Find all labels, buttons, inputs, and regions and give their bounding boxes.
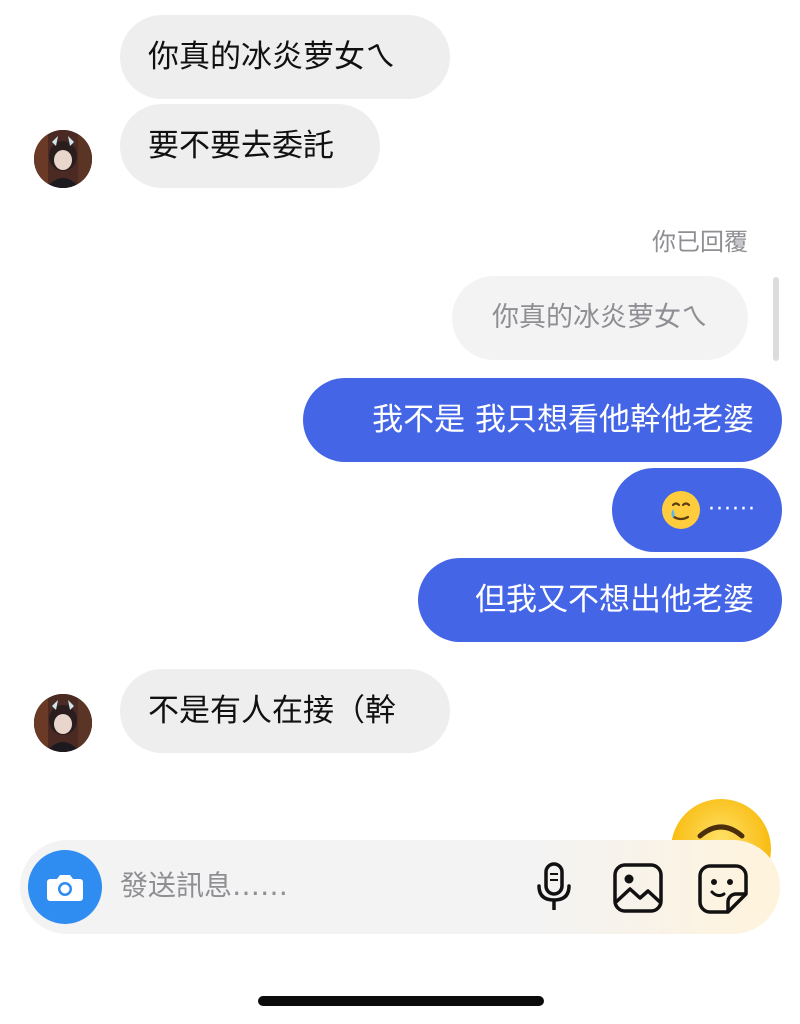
crying-smile-emoji [662, 491, 701, 529]
avatar-image [34, 694, 92, 752]
home-indicator[interactable] [258, 996, 544, 1006]
message-text: 要不要去委託 [148, 128, 334, 164]
message-bubble-outgoing[interactable]: 但我又不想出他老婆 [418, 558, 782, 642]
message-text: 不是有人在接（幹 [148, 693, 396, 729]
avatar-image [34, 130, 92, 188]
replied-label: 你已回覆 [652, 228, 748, 256]
message-text: 但我又不想出他老婆 [475, 582, 754, 618]
message-bubble-incoming[interactable]: 要不要去委託 [120, 104, 380, 188]
quoted-message[interactable]: 你真的冰炎萝女ㄟ [452, 276, 748, 360]
camera-icon [47, 875, 83, 901]
microphone-icon [537, 862, 571, 910]
avatar[interactable] [34, 130, 92, 188]
camera-button[interactable] [28, 850, 102, 924]
message-text: ······ [708, 497, 756, 522]
gallery-button[interactable] [612, 862, 664, 918]
image-icon [613, 863, 663, 913]
message-input[interactable]: 發送訊息…… [120, 866, 288, 906]
message-bubble-incoming[interactable]: 你真的冰炎萝女ㄟ [120, 15, 450, 99]
message-bubble-incoming[interactable]: 不是有人在接（幹 [120, 669, 450, 753]
message-text: 你真的冰炎萝女ㄟ [148, 39, 396, 75]
sticker-button[interactable] [696, 862, 750, 918]
message-bubble-outgoing[interactable]: 我不是 我只想看他幹他老婆 [303, 378, 782, 462]
avatar[interactable] [34, 694, 92, 752]
sticker-icon [698, 864, 748, 914]
reply-indicator-bar [773, 277, 779, 361]
message-text: 我不是 我只想看他幹他老婆 [372, 402, 754, 438]
message-composer: 發送訊息…… [20, 840, 780, 934]
microphone-button[interactable] [534, 862, 574, 918]
message-bubble-outgoing[interactable]: ······ [612, 468, 782, 552]
